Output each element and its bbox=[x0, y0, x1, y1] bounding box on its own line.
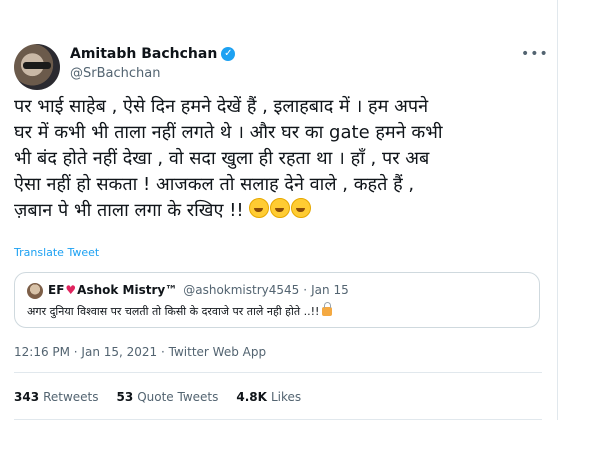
tweet-line: पर भाई साहेब , ऐसे दिन हमने देखें हैं , … bbox=[14, 96, 429, 117]
rolling-on-floor-laughing-icon bbox=[270, 198, 291, 218]
retweets-stat[interactable]: 343 Retweets bbox=[14, 390, 99, 404]
rolling-on-floor-laughing-icon bbox=[249, 198, 270, 218]
tweet-text: पर भाई साहेब , ऐसे दिन हमने देखें हैं , … bbox=[14, 94, 544, 224]
tweet-line-last: ज़बान पे भी ताला लगा के रखिए !! bbox=[14, 198, 544, 224]
quoted-tweet[interactable]: EF ♥ Ashok Mistry™ @ashokmistry4545 · Ja… bbox=[14, 272, 540, 328]
tweet-stats: 343 Retweets 53 Quote Tweets 4.8K Likes bbox=[14, 390, 319, 404]
rolling-on-floor-laughing-icon bbox=[291, 198, 312, 218]
tweet-line: ऐसा नहीं हो सकता ! आजकल तो सलाह देने वाल… bbox=[14, 174, 415, 195]
quoted-author-name-prefix: EF bbox=[48, 283, 65, 297]
heart-icon: ♥ bbox=[65, 283, 77, 297]
quoted-separator: · bbox=[303, 283, 308, 297]
author-name-row: Amitabh Bachchan ✓ bbox=[70, 46, 236, 62]
tweet-timestamp[interactable]: 12:16 PM · Jan 15, 2021 · Twitter Web Ap… bbox=[14, 345, 266, 359]
quoted-text: अगर दुनिया विश्वास पर चलती तो किसी के दर… bbox=[27, 305, 320, 318]
quoted-author-avatar bbox=[27, 283, 43, 299]
tweet-card: Amitabh Bachchan ✓ @SrBachchan ••• पर भा… bbox=[0, 0, 558, 420]
verified-badge-icon: ✓ bbox=[221, 47, 236, 61]
author-name[interactable]: Amitabh Bachchan bbox=[70, 46, 217, 62]
tweet-line: ज़बान पे भी ताला लगा के रखिए !! bbox=[14, 200, 244, 221]
likes-count: 4.8K bbox=[236, 390, 267, 404]
quoted-tweet-header: EF ♥ Ashok Mistry™ @ashokmistry4545 · Ja… bbox=[48, 283, 349, 297]
quoted-author-name: Ashok Mistry™ bbox=[77, 283, 178, 297]
divider bbox=[14, 372, 542, 373]
author-handle[interactable]: @SrBachchan bbox=[70, 66, 160, 81]
likes-label: Likes bbox=[270, 390, 302, 404]
likes-stat[interactable]: 4.8K Likes bbox=[236, 390, 301, 404]
tweet-line: घर में कभी भी ताला नहीं लगते थे । और घर … bbox=[14, 122, 443, 143]
quoted-date: Jan 15 bbox=[311, 283, 349, 297]
quote-tweets-stat[interactable]: 53 Quote Tweets bbox=[117, 390, 219, 404]
retweets-label: Retweets bbox=[43, 390, 99, 404]
lock-icon bbox=[322, 302, 333, 316]
quoted-author-handle: @ashokmistry4545 bbox=[183, 283, 300, 297]
more-horizontal-icon[interactable]: ••• bbox=[521, 46, 549, 62]
tweet-line: भी बंद होते नहीं देखा , वो सदा खुला ही र… bbox=[14, 148, 430, 169]
quoted-tweet-text: अगर दुनिया विश्वास पर चलती तो किसी के दर… bbox=[27, 302, 333, 319]
quote-tweets-label: Quote Tweets bbox=[137, 390, 219, 404]
divider bbox=[14, 419, 542, 420]
translate-tweet-link[interactable]: Translate Tweet bbox=[14, 246, 99, 259]
retweets-count: 343 bbox=[14, 390, 40, 404]
author-avatar[interactable] bbox=[14, 44, 60, 90]
quote-tweets-count: 53 bbox=[116, 390, 134, 404]
